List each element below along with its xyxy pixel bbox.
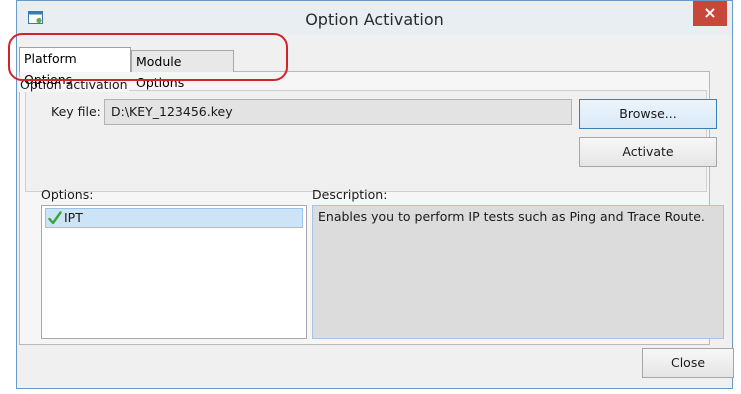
list-item[interactable]: IPT [45, 208, 303, 228]
key-file-field[interactable]: D:\KEY_123456.key [104, 99, 572, 125]
tab-module-options[interactable]: Module Options [131, 50, 234, 90]
close-button[interactable]: Close [642, 348, 734, 378]
description-box: Enables you to perform IP tests such as … [312, 205, 724, 339]
activate-button[interactable]: Activate [579, 137, 717, 167]
options-list[interactable]: IPT [41, 205, 307, 339]
key-file-label: Key file: [51, 104, 101, 119]
title-bar: Option Activation × [17, 1, 732, 35]
check-icon [48, 211, 62, 225]
window-title: Option Activation [305, 10, 444, 29]
window-close-button[interactable]: × [693, 1, 727, 26]
tab-platform-options[interactable]: Platform Options [19, 47, 131, 87]
description-label: Description: [312, 187, 388, 202]
options-label: Options: [41, 187, 94, 202]
browse-button[interactable]: Browse... [579, 99, 717, 129]
list-item-label: IPT [64, 210, 83, 225]
